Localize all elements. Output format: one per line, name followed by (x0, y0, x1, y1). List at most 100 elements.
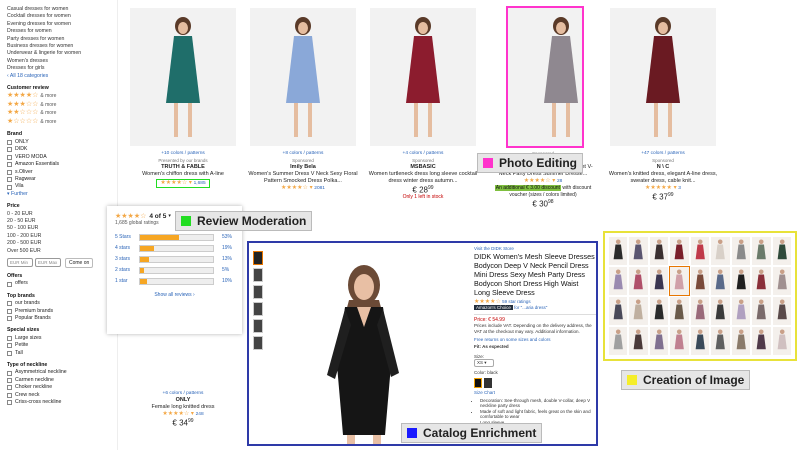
product-rating[interactable]: ★★★★★ ▾ 3 (608, 185, 718, 192)
product-title[interactable]: Women turtleneck dress long sleeve cockt… (368, 171, 478, 185)
thumbnail-image[interactable] (253, 336, 263, 350)
checkbox[interactable] (7, 343, 12, 349)
product-rating[interactable]: ★★★★☆ ▾ 1,685 (156, 179, 210, 188)
brand-filter[interactable]: ONLY (7, 139, 117, 146)
checkbox[interactable] (7, 392, 12, 398)
min-price-input[interactable]: EUR Min (7, 258, 33, 268)
product-card[interactable]: +47 colors / patterns Sponsored N \ C Women… (608, 0, 718, 222)
product-image[interactable] (610, 8, 716, 146)
brand-filter[interactable]: Ragwear (7, 176, 117, 183)
colors-patterns-link[interactable]: +4 colors / patterns (368, 150, 478, 157)
generated-image-thumb[interactable] (609, 237, 628, 265)
checkbox[interactable] (7, 154, 12, 160)
product-image[interactable] (370, 8, 476, 146)
generated-image-thumb[interactable] (731, 267, 751, 295)
review-filter-row[interactable]: ★★★★☆ & more (7, 92, 117, 101)
generated-image-thumb[interactable] (629, 267, 648, 295)
product-image[interactable] (506, 6, 584, 148)
generated-image-thumb[interactable] (609, 327, 628, 355)
generated-image-thumb[interactable] (772, 327, 791, 355)
checkbox[interactable] (7, 169, 12, 175)
generated-image-thumb[interactable] (731, 297, 751, 325)
product-rating[interactable]: ★★★★☆ ▾ 28 (488, 178, 598, 185)
category-link[interactable]: Evening dresses for women (7, 21, 117, 28)
generated-image-thumb[interactable] (690, 267, 710, 295)
generated-image-thumb[interactable] (731, 327, 751, 355)
thumbnail-image[interactable] (253, 285, 263, 299)
neckline-filter[interactable]: Carmen neckline (7, 377, 117, 384)
further-link[interactable]: ▾ Further (7, 191, 117, 198)
category-link[interactable]: Women's dresses (7, 58, 117, 65)
color-swatch[interactable] (474, 377, 482, 388)
generated-image-thumb[interactable] (670, 237, 689, 265)
review-filter-row[interactable]: ★★☆☆☆ & more (7, 109, 117, 118)
rating-bar-row[interactable]: 3 stars 13% (115, 254, 234, 265)
checkbox[interactable] (7, 400, 12, 406)
generated-image-thumb[interactable] (711, 297, 730, 325)
product-title[interactable]: Women's knitted dress, elegant A-line dr… (608, 171, 718, 185)
product-title[interactable]: Women's chiffon dress with A-line (128, 171, 238, 178)
checkbox[interactable] (7, 370, 12, 376)
generated-image-thumb[interactable] (649, 237, 669, 265)
product-rating[interactable]: ★★★★☆ ▾ 2081 (248, 185, 358, 192)
detail-stars[interactable]: ★★★★☆ (474, 299, 501, 305)
all-categories-link[interactable]: ‹ All 18 categories (7, 73, 117, 80)
checkbox[interactable] (7, 336, 12, 342)
neckline-filter[interactable]: Asymmetrical neckline (7, 369, 117, 376)
checkbox[interactable] (7, 301, 12, 307)
price-range-link[interactable]: 100 - 200 EUR (7, 233, 117, 240)
checkbox[interactable] (7, 140, 12, 146)
checkbox[interactable] (7, 184, 12, 190)
category-link[interactable]: Underwear & lingerie for women (7, 50, 117, 57)
go-button[interactable]: Come on (65, 257, 94, 268)
thumbnail-image[interactable] (253, 268, 263, 282)
checkbox[interactable] (7, 385, 12, 391)
generated-image-thumb[interactable] (731, 237, 751, 265)
rating-bar-row[interactable]: 2 stars 5% (115, 265, 234, 276)
generated-image-thumb[interactable] (772, 297, 791, 325)
price-range-link[interactable]: Over 500 EUR (7, 248, 117, 255)
brand-filter[interactable]: s.Oliver (7, 169, 117, 176)
generated-image-thumb[interactable] (629, 297, 648, 325)
product-title[interactable]: Female long knitted dress (128, 404, 238, 411)
generated-image-thumb[interactable] (690, 237, 710, 265)
review-filter-row[interactable]: ★☆☆☆☆ & more (7, 118, 117, 127)
checkbox[interactable] (7, 281, 12, 287)
generated-image-thumb[interactable] (649, 297, 669, 325)
neckline-filter[interactable]: Choker neckline (7, 384, 117, 391)
generated-image-thumb[interactable] (752, 297, 771, 325)
generated-image-thumb[interactable] (690, 327, 710, 355)
generated-image-thumb[interactable] (609, 267, 628, 295)
top-brand-filter[interactable]: our brands (7, 300, 117, 307)
colors-patterns-link[interactable]: +8 colors / patterns (248, 150, 358, 157)
checkbox[interactable] (7, 308, 12, 314)
product-card[interactable]: +4 colors / patterns Sponsored MSBASIC Wome… (368, 0, 478, 222)
colors-patterns-link[interactable]: +6 colors / patterns (128, 390, 238, 397)
detail-ratings-link[interactable]: 59 star ratings (502, 299, 531, 304)
brand-filter[interactable]: VERO MODA (7, 154, 117, 161)
checkbox[interactable] (7, 147, 12, 153)
free-returns[interactable]: Free returns on some sizes and colors (474, 337, 596, 343)
neckline-filter[interactable]: Criss-cross neckline (7, 399, 117, 406)
brand-filter[interactable]: Vila (7, 183, 117, 190)
generated-image-thumb[interactable] (670, 327, 689, 355)
colors-patterns-link[interactable]: +10 colors / patterns (128, 150, 238, 157)
checkbox[interactable] (7, 316, 12, 322)
product-image[interactable] (250, 8, 356, 146)
brand-filter[interactable]: Amazon Essentials (7, 161, 117, 168)
thumbnail-image[interactable] (253, 319, 263, 333)
checkbox[interactable] (7, 177, 12, 183)
size-chart-link[interactable]: Size Chart (474, 390, 596, 396)
generated-image-thumb[interactable] (711, 327, 730, 355)
category-link[interactable]: Dresses for women (7, 28, 117, 35)
generated-image-thumb[interactable] (772, 237, 791, 265)
price-range-link[interactable]: 0 - 20 EUR (7, 211, 117, 218)
generated-image-thumb[interactable] (690, 297, 710, 325)
generated-image-thumb[interactable] (772, 267, 791, 295)
color-swatch[interactable] (484, 377, 492, 388)
generated-image-thumb[interactable] (609, 297, 628, 325)
coupon-offer[interactable]: An additional € 3.00 discount with disco… (488, 185, 598, 199)
rating-bar-row[interactable]: 5 Stars 53% (115, 232, 234, 243)
generated-image-thumb[interactable] (752, 237, 771, 265)
category-link[interactable]: Dresses for girls (7, 65, 117, 72)
